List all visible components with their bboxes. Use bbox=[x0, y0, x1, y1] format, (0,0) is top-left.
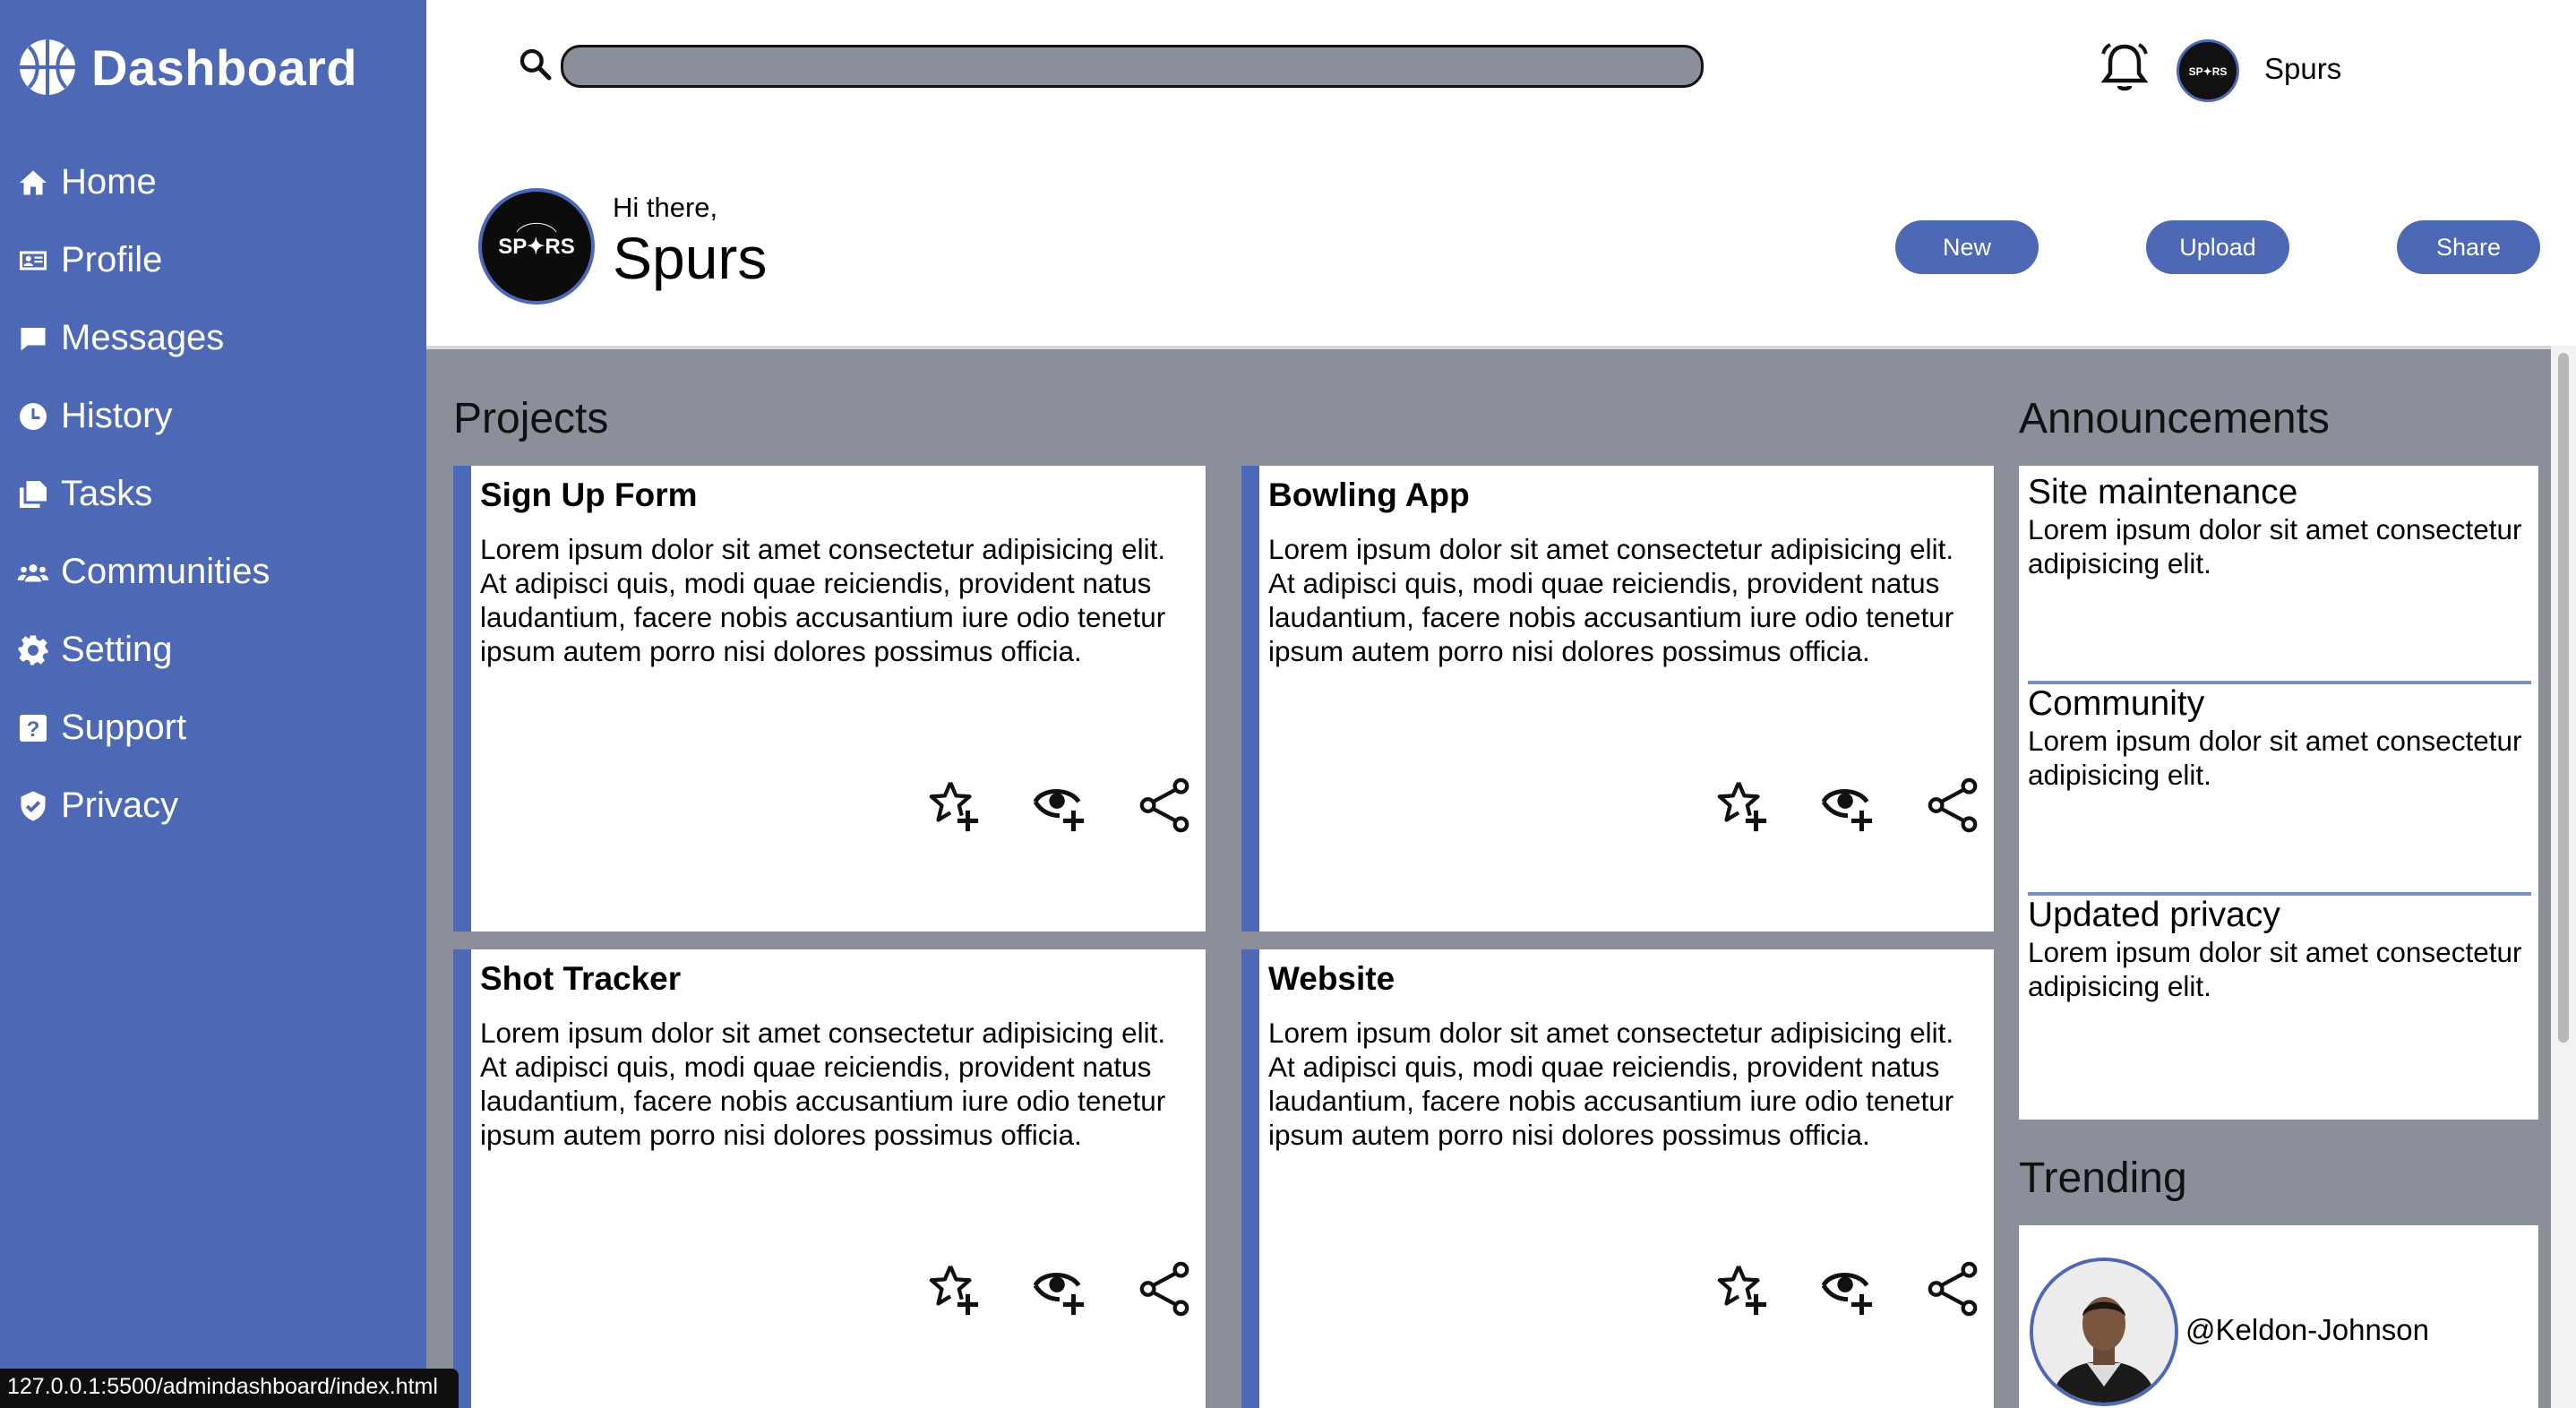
announcement-title: Community bbox=[2028, 684, 2205, 723]
share-icon[interactable] bbox=[1138, 1261, 1193, 1317]
chat-icon bbox=[16, 322, 50, 356]
project-title: Bowling App bbox=[1268, 476, 1470, 513]
sidebar-item-history[interactable]: History bbox=[0, 377, 426, 455]
header-user-name[interactable]: Spurs bbox=[2264, 52, 2341, 86]
sidebar-item-label: Setting bbox=[61, 630, 173, 669]
profile-avatar: SP✦RS bbox=[478, 188, 595, 305]
new-button[interactable]: New bbox=[1895, 220, 2039, 274]
sidebar-item-label: History bbox=[61, 396, 173, 435]
project-description: Lorem ipsum dolor sit amet consectetur a… bbox=[1268, 1017, 1954, 1151]
clock-icon bbox=[16, 399, 50, 434]
announcement-item[interactable]: Updated privacy Lorem ipsum dolor sit am… bbox=[2028, 896, 2531, 1003]
announcement-description: Lorem ipsum dolor sit amet consectetur a… bbox=[2028, 725, 2522, 791]
brand[interactable]: Dashboard bbox=[18, 36, 357, 99]
player-photo bbox=[2033, 1261, 2175, 1403]
search-input[interactable] bbox=[561, 45, 1704, 88]
trending-handle[interactable]: @Keldon-Johnson bbox=[2185, 1313, 2429, 1347]
project-card[interactable]: Bowling App Lorem ipsum dolor sit amet c… bbox=[1241, 466, 1994, 932]
svg-text:SP✦RS: SP✦RS bbox=[2189, 65, 2228, 78]
sidebar-item-messages[interactable]: Messages bbox=[0, 299, 426, 377]
bell-icon[interactable] bbox=[2096, 39, 2153, 97]
project-title: Shot Tracker bbox=[480, 960, 682, 997]
sidebar-item-label: Home bbox=[61, 162, 157, 202]
spurs-logo-icon: SP✦RS bbox=[2189, 65, 2228, 78]
sidebar-item-label: Privacy bbox=[61, 786, 179, 825]
announcement-title: Updated privacy bbox=[2028, 896, 2280, 934]
sidebar-item-setting[interactable]: Setting bbox=[0, 611, 426, 689]
basketball-icon bbox=[20, 39, 75, 95]
sidebar-item-tasks[interactable]: Tasks bbox=[0, 455, 426, 533]
sidebar-item-label: Support bbox=[61, 708, 187, 747]
people-icon bbox=[16, 555, 50, 589]
projects-title: Projects bbox=[453, 395, 609, 442]
project-card[interactable]: Sign Up Form Lorem ipsum dolor sit amet … bbox=[453, 466, 1206, 932]
scrollbar[interactable] bbox=[2551, 346, 2576, 1408]
card-actions bbox=[1714, 1261, 1981, 1317]
sidebar-item-label: Messages bbox=[61, 318, 225, 357]
share-icon[interactable] bbox=[1926, 777, 1981, 833]
card-actions bbox=[926, 1261, 1193, 1317]
announcement-description: Lorem ipsum dolor sit amet consectetur a… bbox=[2028, 513, 2522, 580]
project-title: Sign Up Form bbox=[480, 476, 698, 513]
eye-add-icon[interactable] bbox=[1820, 1261, 1876, 1317]
card-actions bbox=[1714, 777, 1981, 833]
project-card[interactable]: Shot Tracker Lorem ipsum dolor sit amet … bbox=[453, 949, 1206, 1408]
project-card[interactable]: Website Lorem ipsum dolor sit amet conse… bbox=[1241, 949, 1994, 1408]
svg-text:?: ? bbox=[27, 717, 40, 742]
sidebar-item-label: Tasks bbox=[61, 474, 153, 513]
scrollbar-thumb[interactable] bbox=[2558, 353, 2569, 1043]
announcement-item[interactable]: Community Lorem ipsum dolor sit amet con… bbox=[2028, 684, 2531, 792]
greeting-name: Spurs bbox=[613, 225, 768, 291]
project-description: Lorem ipsum dolor sit amet consectetur a… bbox=[480, 533, 1166, 667]
spurs-logo-icon: SP✦RS bbox=[498, 222, 575, 259]
sidebar-item-support[interactable]: ? Support bbox=[0, 689, 426, 767]
announcement-item[interactable]: Site maintenance Lorem ipsum dolor sit a… bbox=[2028, 473, 2531, 580]
shield-icon bbox=[16, 789, 50, 823]
user-avatar[interactable]: SP✦RS bbox=[2177, 39, 2239, 102]
brand-title: Dashboard bbox=[91, 39, 357, 96]
star-add-icon[interactable] bbox=[1714, 777, 1770, 833]
sidebar-item-privacy[interactable]: Privacy bbox=[0, 767, 426, 845]
sidebar-item-communities[interactable]: Communities bbox=[0, 533, 426, 611]
sidebar-item-label: Profile bbox=[61, 240, 163, 279]
star-add-icon[interactable] bbox=[926, 777, 982, 833]
id-card-icon bbox=[16, 244, 50, 278]
gear-icon bbox=[16, 633, 50, 667]
top-header: SP✦RS Spurs bbox=[426, 0, 2576, 134]
project-description: Lorem ipsum dolor sit amet consectetur a… bbox=[1268, 533, 1954, 667]
trending-panel: @Keldon-Johnson bbox=[2019, 1225, 2538, 1408]
home-icon bbox=[16, 166, 50, 200]
sidebar-item-home[interactable]: Home bbox=[0, 143, 426, 221]
sidebar-nav: Home Profile Messages History Tasks Comm… bbox=[0, 143, 426, 845]
upload-button[interactable]: Upload bbox=[2146, 220, 2289, 274]
sidebar-item-profile[interactable]: Profile bbox=[0, 221, 426, 299]
project-description: Lorem ipsum dolor sit amet consectetur a… bbox=[480, 1017, 1166, 1151]
question-icon: ? bbox=[16, 711, 50, 745]
eye-add-icon[interactable] bbox=[1032, 777, 1087, 833]
greeting-hi: Hi there, bbox=[613, 192, 718, 223]
share-icon[interactable] bbox=[1926, 1261, 1981, 1317]
sidebar-item-label: Communities bbox=[61, 552, 270, 591]
announcement-title: Site maintenance bbox=[2028, 473, 2298, 511]
search-icon[interactable] bbox=[518, 47, 554, 82]
project-title: Website bbox=[1268, 960, 1395, 997]
copy-icon bbox=[16, 477, 50, 511]
trending-avatar[interactable] bbox=[2030, 1258, 2178, 1406]
star-add-icon[interactable] bbox=[926, 1261, 982, 1317]
eye-add-icon[interactable] bbox=[1820, 777, 1876, 833]
star-add-icon[interactable] bbox=[1714, 1261, 1770, 1317]
share-icon[interactable] bbox=[1138, 777, 1193, 833]
card-actions bbox=[926, 777, 1193, 833]
announcement-description: Lorem ipsum dolor sit amet consectetur a… bbox=[2028, 936, 2522, 1002]
svg-text:SP✦RS: SP✦RS bbox=[498, 235, 574, 259]
status-bar-url: 127.0.0.1:5500/admindashboard/index.html bbox=[0, 1369, 459, 1408]
main-content: Projects Sign Up Form Lorem ipsum dolor … bbox=[426, 346, 2551, 1408]
announcements-panel: Site maintenance Lorem ipsum dolor sit a… bbox=[2019, 466, 2538, 1120]
eye-add-icon[interactable] bbox=[1032, 1261, 1087, 1317]
greeting-bar: SP✦RS Hi there, Spurs New Upload Share bbox=[426, 134, 2576, 346]
announcements-title: Announcements bbox=[2019, 395, 2330, 442]
share-button[interactable]: Share bbox=[2397, 220, 2540, 274]
trending-title: Trending bbox=[2019, 1155, 2187, 1202]
sidebar: Dashboard Home Profile Messages History … bbox=[0, 0, 426, 1408]
